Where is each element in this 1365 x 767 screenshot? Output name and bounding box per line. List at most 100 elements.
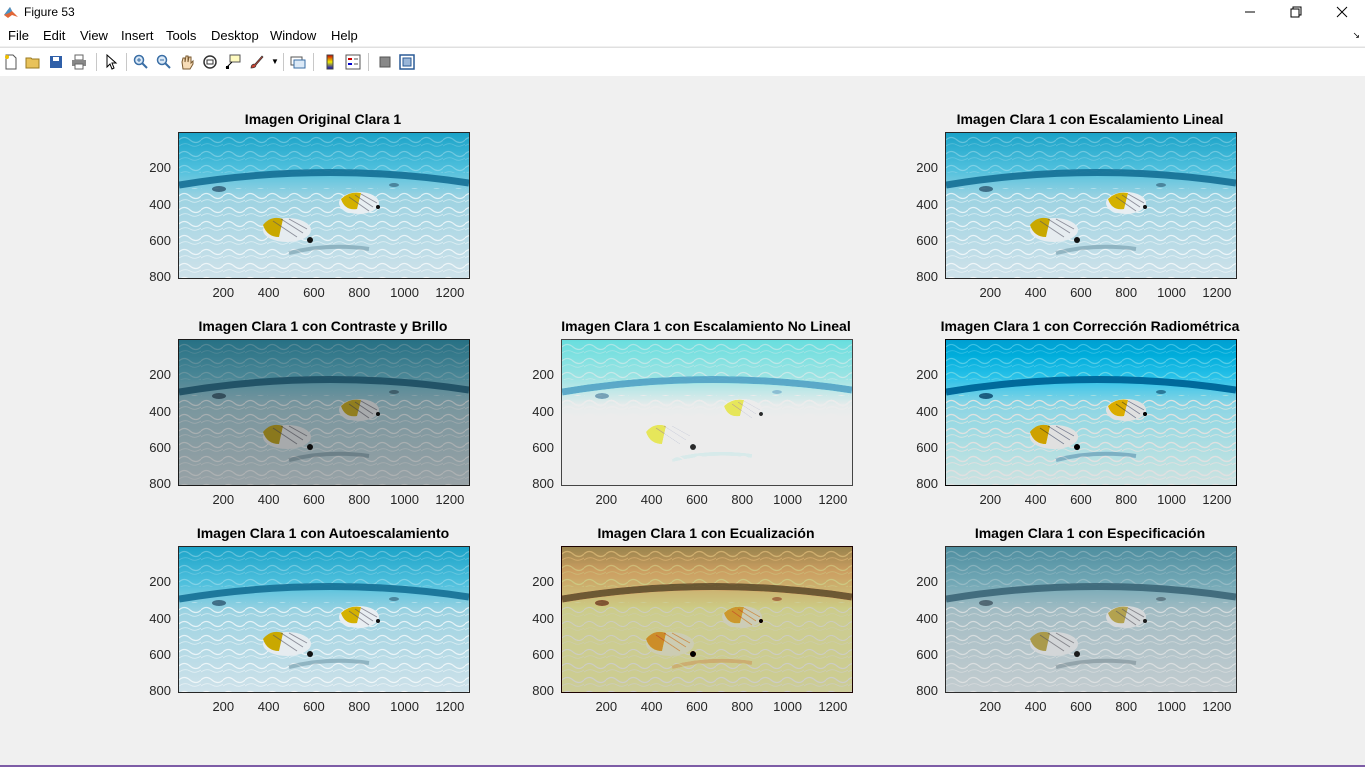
underwater-photo [562,340,852,485]
subplot-image[interactable] [178,339,470,486]
underwater-photo [179,340,469,485]
y-tick-label: 400 [532,403,554,419]
y-tick-label: 400 [149,610,171,626]
y-tick-label: 200 [532,574,554,590]
menu-insert[interactable]: Insert [121,28,154,43]
subplot-image[interactable] [945,546,1237,693]
x-tick-label: 200 [212,492,235,507]
save-icon[interactable] [47,53,65,71]
menu-edit[interactable]: Edit [43,28,65,43]
zoom-out-icon[interactable] [155,53,173,71]
subplot-title: Imagen Clara 1 con Corrección Radiométri… [940,318,1240,334]
subplot-image[interactable] [178,546,470,693]
close-button[interactable] [1319,0,1365,24]
rotate-3d-icon[interactable] [201,53,219,71]
y-tick-label: 200 [149,574,171,590]
subplot-image[interactable] [561,546,853,693]
subplot-title: Imagen Clara 1 con Ecualización [597,525,815,541]
x-tick-label: 800 [731,699,754,714]
x-tick-label: 800 [348,699,371,714]
x-tick-label: 400 [1024,699,1047,714]
new-figure-icon[interactable] [2,53,20,71]
y-tick-label: 800 [149,476,171,491]
subplot-title: Imagen Original Clara 1 [244,111,402,127]
toolbar-separator [96,53,97,71]
underwater-photo [179,547,469,692]
menu-view[interactable]: View [80,28,108,43]
x-tick-label: 200 [212,699,235,714]
x-tick-label: 400 [257,699,280,714]
y-tick-label: 600 [916,232,938,248]
open-file-icon[interactable] [24,53,42,71]
menu-help[interactable]: Help [331,28,358,43]
menu-file[interactable]: File [8,28,29,43]
x-tick-label: 600 [303,492,325,507]
x-tick-label: 1000 [390,285,420,300]
subplot-image[interactable] [561,339,853,486]
title-bar: Figure 53 [0,0,1365,24]
x-tick-label: 1000 [1157,492,1187,507]
x-tick-label: 600 [686,492,708,507]
x-tick-label: 400 [640,492,663,507]
hide-plot-tools-icon[interactable] [376,53,394,71]
x-tick-label: 400 [1024,285,1047,300]
print-icon[interactable] [70,53,88,71]
subplot-image[interactable] [945,339,1237,486]
subplot-title: Imagen Clara 1 con Especificación [974,525,1206,541]
x-tick-label: 800 [731,492,754,507]
x-tick-label: 400 [257,492,280,507]
x-tick-label: 800 [348,285,371,300]
y-tick-label: 600 [149,439,171,455]
toolbar-separator [368,53,369,71]
x-tick-label: 600 [303,699,325,714]
y-tick-label: 800 [149,269,171,284]
underwater-photo [946,340,1236,485]
underwater-photo [946,547,1236,692]
x-tick-label: 1200 [818,699,848,714]
show-plot-tools-icon[interactable] [398,53,416,71]
minimize-button[interactable] [1227,0,1273,24]
x-tick-label: 200 [979,699,1002,714]
y-tick-label: 200 [149,160,171,176]
edit-plot-icon[interactable] [102,53,120,71]
dock-arrow-icon[interactable]: ↘ [1352,30,1360,41]
x-tick-label: 200 [979,285,1002,300]
x-tick-label: 1200 [1202,699,1232,714]
y-tick-label: 400 [916,196,938,212]
window-title: Figure 53 [24,5,75,19]
y-tick-label: 600 [916,646,938,662]
subplot-image[interactable] [178,132,470,279]
y-tick-label: 200 [532,367,554,383]
brush-icon[interactable] [248,53,266,71]
x-tick-label: 1000 [773,699,803,714]
x-tick-label: 1200 [818,492,848,507]
menu-tools[interactable]: Tools [166,28,196,43]
zoom-in-icon[interactable] [132,53,150,71]
pan-icon[interactable] [178,53,196,71]
x-tick-label: 800 [1115,699,1138,714]
brush-dropdown-icon[interactable]: ▼ [271,57,279,66]
x-tick-label: 1000 [390,492,420,507]
subplot-image[interactable] [945,132,1237,279]
matlab-logo-icon [4,7,18,18]
menu-desktop[interactable]: Desktop [211,28,259,43]
x-tick-label: 800 [1115,492,1138,507]
figure-canvas: Imagen Original Clara 1 200 400 600 800 200 4… [0,76,1365,766]
toolbar-separator [126,53,127,71]
y-tick-label: 400 [532,610,554,626]
menu-window[interactable]: Window [270,28,316,43]
x-tick-label: 600 [686,699,708,714]
toolbar-separator [313,53,314,71]
legend-icon[interactable] [344,53,362,71]
y-tick-label: 200 [916,160,938,176]
x-tick-label: 400 [640,699,663,714]
x-tick-label: 400 [257,285,280,300]
colorbar-icon[interactable] [321,53,339,71]
link-plot-icon[interactable] [289,53,307,71]
data-cursor-icon[interactable] [224,53,242,71]
x-tick-label: 1000 [773,492,803,507]
restore-button[interactable] [1273,0,1319,24]
x-tick-label: 800 [348,492,371,507]
x-tick-label: 200 [595,699,618,714]
x-tick-label: 1200 [435,285,465,300]
